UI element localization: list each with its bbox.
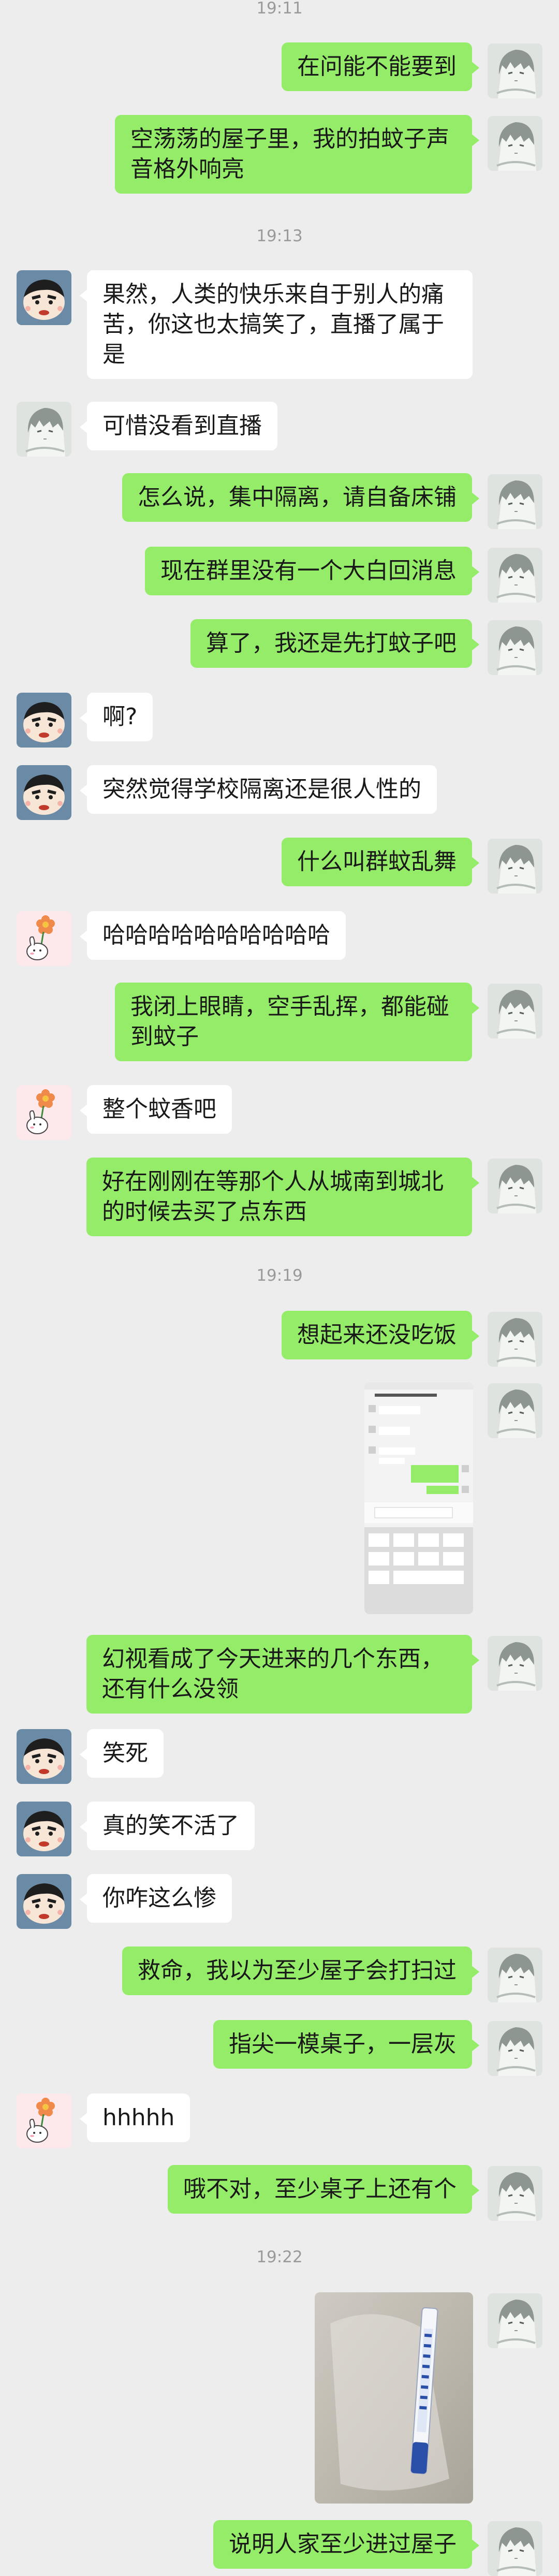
message-bubble[interactable]: 突然觉得学校隔离还是很人性的 (80, 765, 437, 814)
message-bubble[interactable]: 哦不对，至少桌子上还有个 (168, 2165, 479, 2214)
image-message-thermometer-photo[interactable] (315, 2292, 473, 2504)
contact-avatar[interactable] (17, 2094, 71, 2148)
my-avatar[interactable] (488, 1159, 542, 1213)
thermometer-photo-image (315, 2292, 473, 2504)
message-bubble[interactable]: hhhhh (79, 2094, 190, 2142)
contact-avatar[interactable] (17, 1802, 71, 1856)
my-avatar[interactable] (488, 1312, 542, 1367)
message-bubble[interactable]: 真的笑不活了 (80, 1802, 255, 1850)
message-bubble[interactable]: 你咋这么惨 (80, 1874, 232, 1923)
image-message-chat-screenshot[interactable] (364, 1382, 473, 1614)
timestamp: 19:22 (256, 2248, 303, 2266)
contact-avatar[interactable] (17, 1874, 71, 1929)
contact-avatar[interactable] (17, 1729, 71, 1784)
my-avatar[interactable] (488, 1636, 542, 1691)
contact-avatar[interactable] (17, 693, 71, 748)
message-bubble[interactable]: 啊? (79, 693, 153, 741)
message-bubble[interactable]: 说明人家至少进过屋子 (213, 2520, 479, 2569)
message-bubble[interactable]: 好在刚刚在等那个人从城南到城北的时候去买了点东西 (86, 1158, 479, 1236)
contact-avatar[interactable] (17, 765, 71, 820)
message-bubble[interactable]: 现在群里没有一个大白回消息 (145, 547, 479, 595)
my-avatar[interactable] (488, 116, 542, 171)
message-bubble[interactable]: 幻视看成了今天进来的几个东西，还有什么没领 (86, 1635, 479, 1714)
my-avatar[interactable] (488, 1383, 542, 1438)
my-avatar[interactable] (488, 2021, 542, 2076)
my-avatar[interactable] (488, 548, 542, 603)
message-bubble[interactable]: 想起来还没吃饭 (282, 1311, 479, 1359)
message-bubble[interactable]: 整个蚊香吧 (80, 1085, 232, 1134)
my-avatar[interactable] (488, 1948, 542, 2002)
contact-avatar[interactable] (17, 1085, 71, 1140)
timestamp: 19:13 (256, 227, 303, 245)
message-bubble[interactable]: 果然，人类的快乐来自于别人的痛苦，你这也太搞笑了，直播了属于是 (80, 270, 473, 379)
message-bubble[interactable]: 空荡荡的屋子里，我的拍蚊子声音格外响亮 (115, 115, 479, 194)
message-bubble[interactable]: 怎么说，集中隔离，请自备床铺 (122, 473, 479, 522)
message-bubble[interactable]: 算了，我还是先打蚊子吧 (190, 619, 479, 668)
my-avatar[interactable] (488, 984, 542, 1038)
message-bubble[interactable]: 我闭上眼睛，空手乱挥，都能碰到蚊子 (115, 983, 479, 1061)
my-avatar[interactable] (488, 2521, 542, 2576)
message-bubble[interactable]: 在问能不能要到 (282, 42, 479, 91)
chat-area: 19:11 在问能不能要到 空荡荡的屋子里，我的拍蚊子声音格外响亮 19:13 … (0, 0, 559, 2575)
message-bubble[interactable]: 笑死 (80, 1729, 164, 1778)
message-bubble[interactable]: 救命，我以为至少屋子会打扫过 (122, 1946, 479, 1995)
message-bubble[interactable]: 指尖一模桌子，一层灰 (213, 2020, 479, 2069)
timestamp: 19:11 (256, 0, 303, 18)
message-bubble[interactable]: 可惜没看到直播 (80, 402, 277, 450)
my-avatar[interactable] (488, 839, 542, 894)
my-avatar[interactable] (488, 2166, 542, 2221)
timestamp: 19:19 (256, 1266, 303, 1285)
message-bubble[interactable]: 什么叫群蚊乱舞 (282, 838, 479, 886)
contact-avatar[interactable] (17, 270, 71, 325)
chat-screenshot-image (364, 1382, 473, 1614)
my-avatar[interactable] (488, 620, 542, 675)
contact-avatar[interactable] (17, 402, 71, 457)
contact-avatar[interactable] (17, 911, 71, 966)
message-bubble[interactable]: 哈哈哈哈哈哈哈哈哈哈 (80, 911, 346, 960)
my-avatar[interactable] (488, 474, 542, 529)
my-avatar[interactable] (488, 43, 542, 98)
my-avatar[interactable] (488, 2293, 542, 2348)
